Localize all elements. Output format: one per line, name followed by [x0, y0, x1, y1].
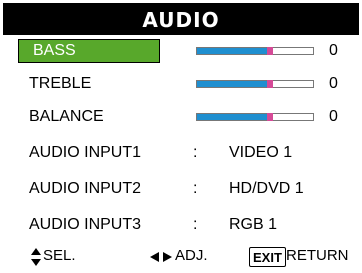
bass-slider[interactable] [196, 47, 314, 55]
balance-slider-fill [197, 114, 271, 120]
treble-value: 0 [329, 75, 338, 92]
balance-slider-marker [267, 113, 274, 121]
audio-input1-label: AUDIO INPUT1 [29, 144, 142, 161]
menu-item-audio-input1[interactable]: AUDIO INPUT1 : VIDEO 1 [3, 139, 359, 167]
adj-label: ADJ. [175, 247, 208, 264]
key-guide: SEL. ADJ. EXIT RETURN [3, 241, 359, 271]
menu-item-treble[interactable]: TREBLE 0 [3, 70, 359, 98]
osd-audio-menu: AUDIO BASS 0 TREBLE 0 BALANCE 0 AUDIO IN… [3, 3, 359, 270]
menu-item-bass[interactable]: BASS 0 [3, 37, 359, 65]
audio-input2-source: HD/DVD 1 [229, 180, 304, 197]
treble-slider[interactable] [196, 80, 314, 88]
title-bar: AUDIO [3, 3, 359, 35]
menu-item-audio-input2[interactable]: AUDIO INPUT2 : HD/DVD 1 [3, 175, 359, 203]
treble-label: TREBLE [29, 75, 92, 92]
exit-key-icon[interactable]: EXIT [249, 247, 286, 267]
bass-value: 0 [329, 42, 338, 59]
sel-label: SEL. [43, 247, 76, 264]
audio-input3-label: AUDIO INPUT3 [29, 216, 142, 233]
bass-slider-fill [197, 48, 271, 54]
separator: : [193, 180, 198, 197]
balance-value: 0 [329, 108, 338, 125]
separator: : [193, 216, 198, 233]
bass-label: BASS [33, 42, 76, 59]
left-right-arrows-icon [150, 252, 172, 262]
return-label: RETURN [286, 247, 349, 264]
audio-input3-source: RGB 1 [229, 216, 278, 233]
audio-input2-label: AUDIO INPUT2 [29, 180, 142, 197]
audio-input1-source: VIDEO 1 [229, 144, 293, 161]
menu-panel: BASS 0 TREBLE 0 BALANCE 0 AUDIO INPUT1:… [3, 35, 359, 270]
treble-slider-fill [197, 81, 271, 87]
separator: : [193, 144, 198, 161]
up-down-arrows-icon [31, 248, 41, 266]
bass-slider-marker [267, 47, 274, 55]
menu-item-balance[interactable]: BALANCE 0 [3, 103, 359, 131]
balance-slider[interactable] [196, 113, 314, 121]
treble-slider-marker [267, 80, 274, 88]
menu-item-audio-input3[interactable]: AUDIO INPUT3 : RGB 1 [3, 211, 359, 239]
balance-label: BALANCE [29, 108, 104, 125]
menu-title: AUDIO [142, 8, 220, 32]
